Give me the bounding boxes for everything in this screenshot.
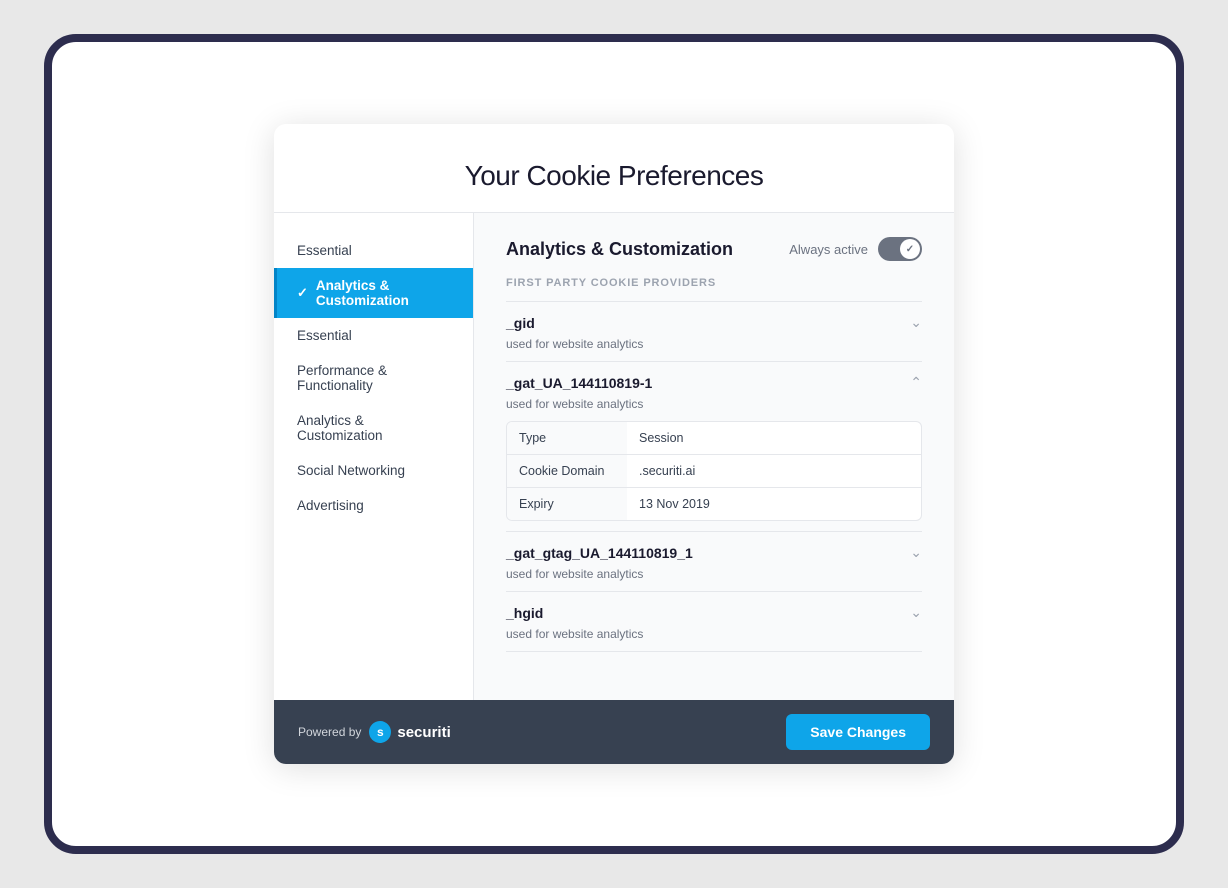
detail-value: 13 Nov 2019: [627, 488, 722, 520]
sidebar-item-social-networking[interactable]: Social Networking: [274, 453, 473, 488]
cookie-row-header-hgid[interactable]: _hgid ⌄: [506, 592, 922, 627]
detail-label: Cookie Domain: [507, 455, 627, 487]
cookie-description: used for website analytics: [506, 567, 922, 591]
toggle-check-icon: ✓: [906, 244, 914, 255]
save-changes-button[interactable]: Save Changes: [786, 714, 930, 750]
powered-by-label: Powered by: [298, 725, 361, 739]
toggle-knob: ✓: [900, 239, 920, 259]
always-active-label: Always active: [789, 242, 868, 257]
chevron-up-icon: ⌃: [910, 374, 922, 391]
sidebar-item-label: Analytics & Customization: [316, 278, 453, 308]
detail-label: Expiry: [507, 488, 627, 520]
sidebar-item-analytics-customization-2[interactable]: Analytics & Customization: [274, 403, 473, 453]
cookie-details: Type Session Cookie Domain .securiti.ai …: [506, 421, 922, 521]
cookie-name: _hgid: [506, 605, 543, 621]
toggle-switch[interactable]: ✓: [878, 237, 922, 261]
sidebar-item-performance-functionality[interactable]: Performance & Functionality: [274, 353, 473, 403]
sidebar-item-essential-top[interactable]: Essential: [274, 233, 473, 268]
powered-by: Powered by s securiti: [298, 721, 451, 743]
device-frame: Your Cookie Preferences Essential ✓ Anal…: [44, 34, 1184, 854]
chevron-down-icon: ⌄: [910, 544, 922, 561]
cookie-name: _gid: [506, 315, 535, 331]
cookie-row-header-gid[interactable]: _gid ⌄: [506, 302, 922, 337]
cookie-row: _gid ⌄ used for website analytics: [506, 302, 922, 362]
modal-footer: Powered by s securiti Save Changes: [274, 700, 954, 764]
chevron-down-icon: ⌄: [910, 604, 922, 621]
main-content: Analytics & Customization Always active …: [474, 213, 954, 700]
detail-row: Cookie Domain .securiti.ai: [507, 455, 921, 488]
sidebar-item-label: Advertising: [297, 498, 364, 513]
cookie-preferences-modal: Your Cookie Preferences Essential ✓ Anal…: [274, 124, 954, 764]
sidebar-item-essential[interactable]: Essential: [274, 318, 473, 353]
cookie-name: _gat_UA_144110819-1: [506, 375, 652, 391]
section-header: Analytics & Customization Always active …: [506, 237, 922, 261]
detail-value: .securiti.ai: [627, 455, 707, 487]
sidebar-item-label: Essential: [297, 328, 352, 343]
modal-header: Your Cookie Preferences: [274, 124, 954, 213]
detail-label: Type: [507, 422, 627, 454]
modal-body: Essential ✓ Analytics & Customization Es…: [274, 213, 954, 700]
sidebar-item-label: Essential: [297, 243, 352, 258]
sidebar-item-label: Performance & Functionality: [297, 363, 453, 393]
chevron-down-icon: ⌄: [910, 314, 922, 331]
modal-title: Your Cookie Preferences: [314, 160, 914, 192]
detail-row: Expiry 13 Nov 2019: [507, 488, 921, 520]
detail-row: Type Session: [507, 422, 921, 455]
check-icon: ✓: [297, 285, 308, 301]
sidebar-item-label: Analytics & Customization: [297, 413, 453, 443]
cookie-name: _gat_gtag_UA_144110819_1: [506, 545, 693, 561]
cookie-description: used for website analytics: [506, 337, 922, 361]
sidebar-item-advertising[interactable]: Advertising: [274, 488, 473, 523]
providers-label: FIRST PARTY COOKIE PROVIDERS: [506, 277, 922, 289]
cookie-list: _gid ⌄ used for website analytics _gat_U…: [506, 301, 922, 652]
cookie-row: _hgid ⌄ used for website analytics: [506, 592, 922, 652]
cookie-row: _gat_gtag_UA_144110819_1 ⌄ used for webs…: [506, 532, 922, 592]
securiti-brand-name: securiti: [397, 724, 450, 741]
always-active-area: Always active ✓: [789, 237, 922, 261]
cookie-description: used for website analytics: [506, 397, 922, 421]
detail-value: Session: [627, 422, 695, 454]
cookie-row: _gat_UA_144110819-1 ⌃ used for website a…: [506, 362, 922, 532]
cookie-row-header-gat-gtag[interactable]: _gat_gtag_UA_144110819_1 ⌄: [506, 532, 922, 567]
sidebar-item-label: Social Networking: [297, 463, 405, 478]
section-title: Analytics & Customization: [506, 239, 733, 260]
sidebar-item-analytics-customization[interactable]: ✓ Analytics & Customization: [274, 268, 473, 318]
cookie-description: used for website analytics: [506, 627, 922, 651]
sidebar: Essential ✓ Analytics & Customization Es…: [274, 213, 474, 700]
securiti-logo: s securiti: [369, 721, 450, 743]
securiti-icon: s: [369, 721, 391, 743]
cookie-row-header-gat-ua[interactable]: _gat_UA_144110819-1 ⌃: [506, 362, 922, 397]
